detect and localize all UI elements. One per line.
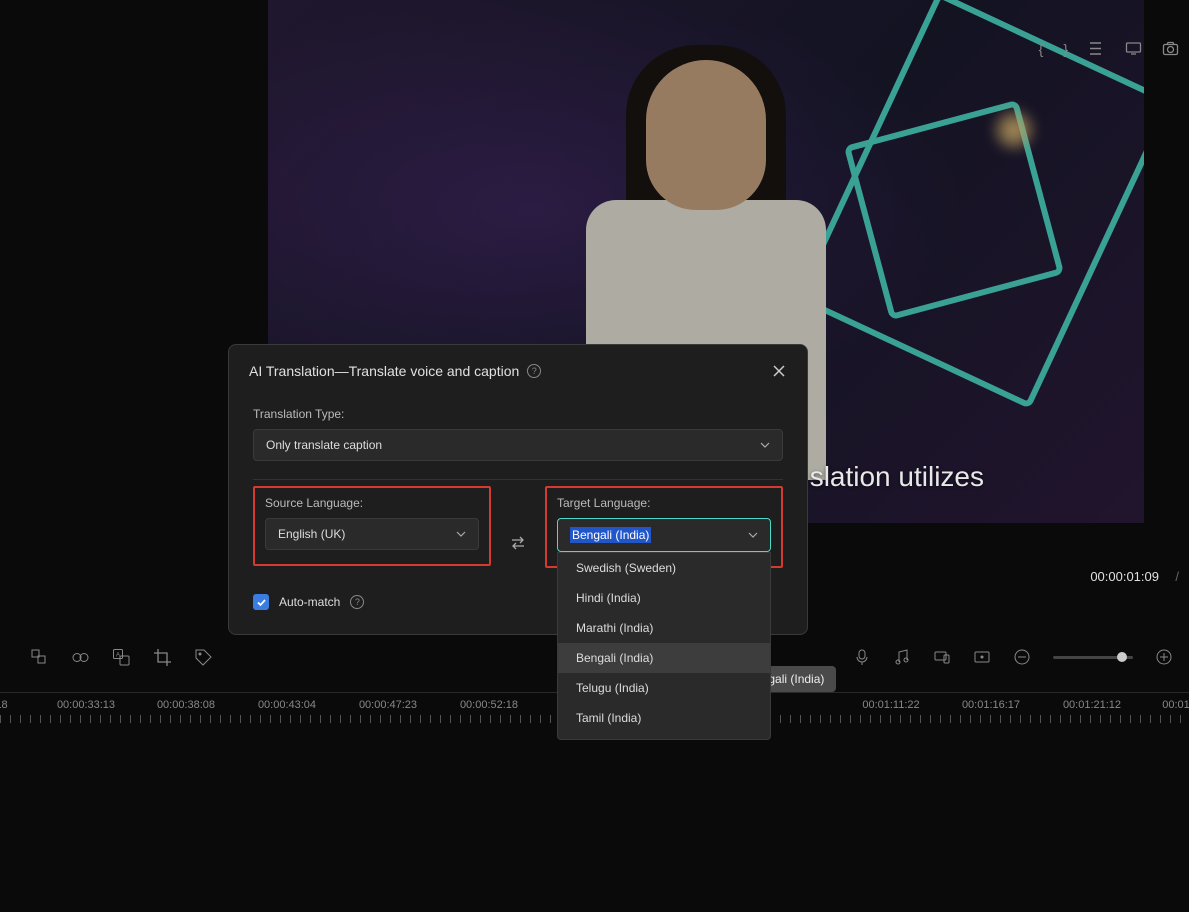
chevron-down-icon [456, 529, 466, 539]
help-icon[interactable]: ? [527, 364, 541, 378]
divider [253, 479, 783, 480]
mic-icon[interactable] [853, 648, 871, 666]
time-mark: 00:00:33:13 [57, 699, 115, 711]
time-mark: 00:00:38:08 [157, 699, 215, 711]
source-language-highlight: Source Language: English (UK) [253, 486, 491, 566]
time-mark: 00:00:47:23 [359, 699, 417, 711]
video-caption: slation utilizes [810, 461, 984, 493]
help-icon[interactable]: ? [350, 595, 364, 609]
chevron-down-icon [760, 440, 770, 450]
list-icon[interactable] [1088, 40, 1105, 57]
dropdown-option[interactable]: Marathi (India) [558, 613, 770, 643]
dropdown-option[interactable]: Hindi (India) [558, 583, 770, 613]
time-mark: 00:01 [1162, 699, 1189, 711]
close-icon [773, 365, 785, 377]
target-language-label: Target Language: [557, 496, 771, 510]
current-time: 00:00:01:09 [1090, 569, 1159, 584]
translation-type-label: Translation Type: [253, 407, 783, 421]
device-icon[interactable] [933, 648, 951, 666]
swap-icon [509, 534, 527, 552]
dropdown-option[interactable]: Tamil (India) [558, 703, 770, 733]
time-mark: :18 [0, 699, 8, 711]
svg-text:A: A [116, 653, 120, 659]
camera-icon[interactable] [1162, 40, 1179, 57]
crop-icon[interactable] [153, 648, 172, 667]
translation-type-select[interactable]: Only translate caption [253, 429, 783, 461]
time-mark: 00:00:52:18 [460, 699, 518, 711]
display-icon[interactable] [1125, 40, 1142, 57]
time-separator: / [1175, 569, 1179, 584]
zoom-in-button[interactable] [1155, 648, 1173, 666]
modal-title: AI Translation—Translate voice and capti… [249, 363, 541, 379]
tool-icon-2[interactable] [71, 648, 90, 667]
target-language-highlight: Target Language: Bengali (India) Swedish… [545, 486, 783, 568]
dropdown-option[interactable]: Telugu (India) [558, 673, 770, 703]
dropdown-option[interactable]: Bengali (India) [558, 643, 770, 673]
swap-languages-button[interactable] [509, 534, 527, 557]
timeline-toolbar-left: A [0, 648, 213, 667]
brace-close-icon[interactable]: } [1063, 41, 1068, 57]
time-mark: 00:00:43:04 [258, 699, 316, 711]
time-mark: 00:01:11:22 [862, 699, 919, 711]
target-language-select[interactable]: Bengali (India) [557, 518, 771, 552]
source-language-label: Source Language: [265, 496, 479, 510]
marker-icon[interactable] [973, 648, 991, 666]
dropdown-option[interactable]: Swedish (Sweden) [558, 553, 770, 583]
zoom-out-button[interactable] [1013, 648, 1031, 666]
time-mark: 00:01:16:17 [962, 699, 1020, 711]
brace-open-icon[interactable]: { [1039, 41, 1044, 57]
tag-icon[interactable] [194, 648, 213, 667]
ai-translation-modal: AI Translation—Translate voice and capti… [228, 344, 808, 635]
preview-controls: { } [1039, 40, 1179, 57]
target-language-dropdown[interactable]: Swedish (Sweden) Hindi (India) Marathi (… [557, 552, 771, 740]
close-button[interactable] [771, 363, 787, 379]
timeline-toolbar-right [853, 648, 1173, 666]
zoom-slider[interactable] [1053, 656, 1133, 659]
automatch-checkbox[interactable] [253, 594, 269, 610]
music-icon[interactable] [893, 648, 911, 666]
chevron-down-icon [748, 530, 758, 540]
time-mark: 00:01:21:12 [1063, 699, 1121, 711]
automatch-label: Auto-match [279, 595, 340, 609]
source-language-select[interactable]: English (UK) [265, 518, 479, 550]
zoom-thumb[interactable] [1117, 652, 1127, 662]
check-icon [256, 597, 267, 608]
tool-icon-1[interactable] [30, 648, 49, 667]
translate-icon[interactable]: A [112, 648, 131, 667]
